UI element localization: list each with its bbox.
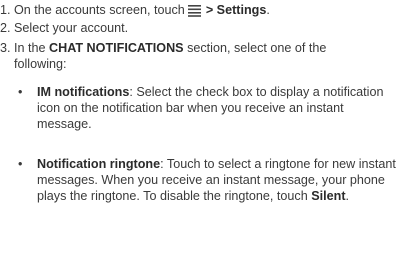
step-text-after: .: [266, 3, 270, 17]
step-text: On the accounts screen, touch > Settings.: [14, 2, 400, 21]
step-number: 1.: [0, 3, 11, 17]
step-text-before: On the accounts screen, touch: [14, 3, 185, 17]
chat-notifications-label: CHAT NOTIFICATIONS: [49, 41, 184, 55]
bullet-description-end: .: [345, 189, 350, 203]
step-number: 3.: [0, 41, 11, 55]
bullet-text: IM notifications: Select the check box t…: [37, 84, 398, 132]
bullet-marker: •: [18, 85, 23, 99]
step-text: Select your account.: [14, 21, 129, 35]
settings-label: > Settings: [205, 3, 267, 17]
menu-icon: [187, 4, 202, 21]
silent-label: Silent: [311, 189, 346, 203]
bullet-text: Notification ringtone: Touch to select a…: [37, 156, 398, 204]
bullet-term: IM notifications: [37, 85, 130, 99]
step-text-before: In the: [14, 41, 46, 55]
step-number: 2.: [0, 21, 11, 35]
bullet-marker: •: [18, 157, 23, 171]
step-text: In the CHAT NOTIFICATIONS section, selec…: [14, 40, 344, 72]
bullet-term: Notification ringtone: [37, 157, 161, 171]
